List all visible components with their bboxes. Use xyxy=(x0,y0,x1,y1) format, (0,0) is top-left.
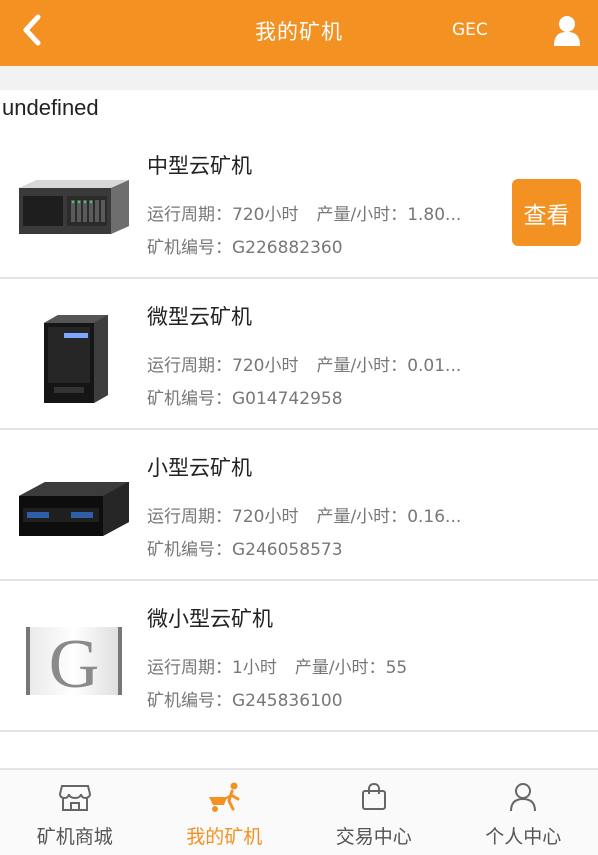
notice-text: undefined xyxy=(2,95,99,120)
svg-text:G: G xyxy=(49,626,100,701)
miner-stats: 运行周期：720小时 产量/小时：1.80... xyxy=(147,205,462,225)
view-button[interactable]: 查看 xyxy=(512,179,581,246)
tab-my-miners[interactable]: 我的矿机 xyxy=(150,770,300,855)
page-title: 我的矿机 xyxy=(255,20,343,44)
miner-name: 微小型云矿机 xyxy=(147,607,273,631)
user-button[interactable] xyxy=(548,12,586,50)
bottom-tab-bar: 矿机商城 我的矿机 交易中心 个人中心 xyxy=(0,768,598,855)
tab-label: 我的矿机 xyxy=(186,826,263,848)
g-logo-image: G xyxy=(14,601,134,721)
list-item[interactable]: 小型云矿机 运行周期：720小时 产量/小时：0.16... 矿机编号：G2460… xyxy=(0,430,598,581)
miner-list: 中型云矿机 运行周期：720小时 产量/小时：1.80... 矿机编号：G2268… xyxy=(0,128,598,732)
miner-stats: 运行周期：720小时 产量/小时：0.01... xyxy=(147,356,462,376)
tab-profile[interactable]: 个人中心 xyxy=(449,770,598,855)
shop-icon xyxy=(58,780,92,814)
rack-server-image xyxy=(14,148,134,268)
miner-id: 矿机编号：G226882360 xyxy=(147,238,343,258)
miner-name: 微型云矿机 xyxy=(147,305,252,329)
miner-name: 小型云矿机 xyxy=(147,456,252,480)
user-icon xyxy=(554,16,580,46)
coin-label[interactable]: GEC xyxy=(452,20,488,40)
tower-pc-image xyxy=(14,299,134,419)
tab-shop[interactable]: 矿机商城 xyxy=(0,770,150,855)
tab-label: 交易中心 xyxy=(335,826,412,848)
tab-label: 矿机商城 xyxy=(36,826,113,848)
list-item[interactable]: 微型云矿机 运行周期：720小时 产量/小时：0.01... 矿机编号：G0147… xyxy=(0,279,598,430)
miner-stats: 运行周期：720小时 产量/小时：0.16... xyxy=(147,507,462,527)
list-item[interactable]: G 微小型云矿机 运行周期：1小时 产量/小时：55 矿机编号：G24583610… xyxy=(0,581,598,732)
person-icon xyxy=(506,780,540,814)
bag-icon xyxy=(357,780,391,814)
miner-id: 矿机编号：G246058573 xyxy=(147,540,343,560)
header-spacer xyxy=(0,66,598,90)
miner-stats: 运行周期：1小时 产量/小时：55 xyxy=(147,658,408,678)
miner-id: 矿机编号：G245836100 xyxy=(147,691,343,711)
miner-name: 中型云矿机 xyxy=(147,154,252,178)
tab-label: 个人中心 xyxy=(485,826,562,848)
flat-box-image xyxy=(14,450,134,570)
list-item[interactable]: 中型云矿机 运行周期：720小时 产量/小时：1.80... 矿机编号：G2268… xyxy=(0,128,598,279)
tab-trade[interactable]: 交易中心 xyxy=(299,770,449,855)
app-header: 我的矿机 GEC xyxy=(0,0,598,66)
miner-id: 矿机编号：G014742958 xyxy=(147,389,343,409)
miner-icon xyxy=(207,780,241,814)
